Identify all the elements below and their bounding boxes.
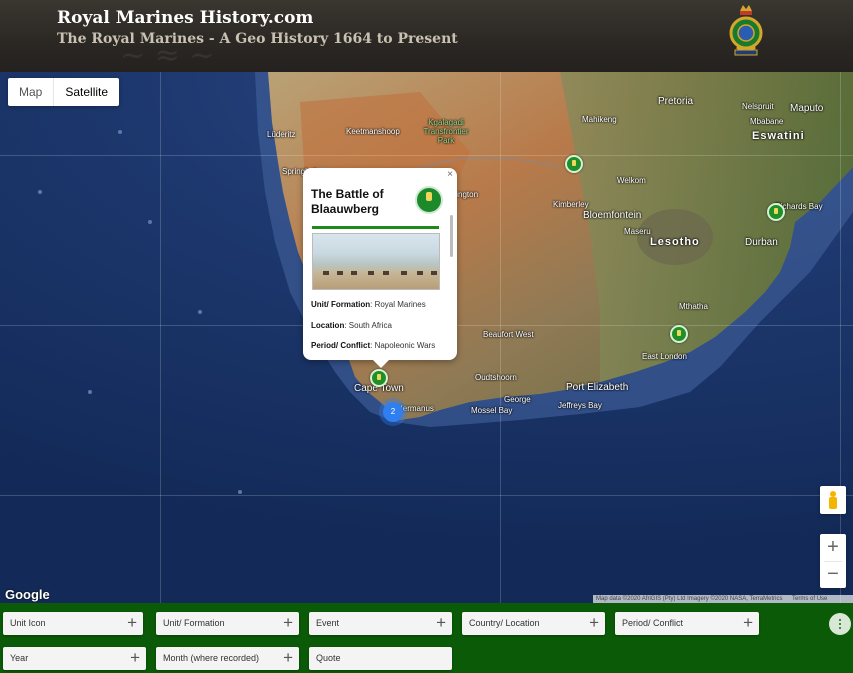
popup-period-label: Period/ Conflict (311, 341, 371, 350)
filter-unit-formation[interactable]: Unit/ Formation + (156, 612, 299, 635)
filter-unit-icon[interactable]: Unit Icon + (3, 612, 143, 635)
event-info-popup: × The Battle of Blaauwberg Unit/ Formati… (303, 168, 457, 368)
graticule-line (160, 72, 161, 603)
filter-label: Unit/ Formation (163, 618, 225, 628)
popup-divider (312, 226, 439, 229)
map-type-satellite-button[interactable]: Satellite (53, 78, 119, 106)
site-title[interactable]: Royal Marines History.com (57, 8, 313, 28)
place-label: Maseru (624, 227, 651, 236)
place-label: Eswatini (752, 130, 805, 142)
popup-unit-label: Unit/ Formation (311, 300, 371, 309)
place-label: Lüderitz (267, 130, 296, 139)
place-label: Mbabane (750, 117, 784, 126)
event-marker[interactable] (767, 203, 785, 221)
place-label: Beaufort West (483, 330, 534, 339)
popup-period-row: Period/ Conflict: Napoleonic Wars (311, 341, 436, 350)
zoom-control: + − (820, 534, 846, 588)
marker-cluster[interactable]: 2 (383, 402, 403, 422)
filter-bar: Unit Icon + Unit/ Formation + Event + Co… (0, 603, 853, 673)
place-label: Nelspruit (742, 102, 774, 111)
popup-location-label: Location (311, 321, 345, 330)
plus-icon[interactable]: + (127, 613, 137, 633)
plus-icon[interactable]: + (743, 613, 753, 633)
place-label: Mossel Bay (471, 406, 513, 415)
graticule-line (840, 72, 841, 603)
close-icon[interactable]: × (447, 169, 453, 180)
place-label: Kimberley (553, 200, 589, 209)
plus-icon[interactable]: + (130, 648, 140, 668)
site-subtitle: The Royal Marines - A Geo History 1664 t… (57, 31, 458, 47)
place-label: Keetmanshoop (346, 127, 400, 136)
place-label: Bloemfontein (583, 210, 642, 221)
more-options-kebab-icon[interactable] (829, 613, 851, 635)
popup-period-value: Napoleonic Wars (374, 341, 436, 350)
zoom-divider (824, 561, 842, 562)
site-header: ~ ≈ ~ Royal Marines History.com The Roya… (0, 0, 853, 72)
battle-painting-image (312, 233, 440, 290)
filter-month[interactable]: Month (where recorded) + (156, 647, 299, 670)
place-label: Kgalagadi Transfrontier Park (423, 118, 469, 145)
filter-label: Year (10, 653, 29, 663)
zoom-out-button[interactable]: − (820, 561, 846, 588)
street-view-pegman-icon[interactable] (820, 486, 846, 514)
unit-badge-icon (415, 186, 443, 214)
filter-label: Period/ Conflict (622, 618, 684, 628)
terms-link[interactable]: Terms of Use (792, 596, 827, 602)
filter-label: Unit Icon (10, 618, 46, 628)
filter-label: Country/ Location (469, 618, 540, 628)
filter-label: Event (316, 618, 340, 628)
graticule-line (0, 155, 853, 156)
place-label: Mahikeng (582, 115, 617, 124)
popup-location-row: Location: South Africa (311, 321, 392, 330)
plus-icon[interactable]: + (436, 613, 446, 633)
place-label: Welkom (617, 176, 646, 185)
filter-country-location[interactable]: Country/ Location + (462, 612, 605, 635)
filter-label: Quote (316, 653, 341, 663)
event-marker[interactable] (370, 369, 388, 387)
place-label: Mthatha (679, 302, 708, 311)
plus-icon[interactable]: + (283, 613, 293, 633)
zoom-in-button[interactable]: + (820, 534, 846, 561)
place-label: Port Elizabeth (566, 382, 629, 393)
place-label: Pretoria (658, 96, 694, 107)
place-label: Durban (745, 237, 778, 248)
map-attribution: Map data ©2020 AfriGIS (Pty) Ltd Imagery… (593, 595, 853, 603)
filter-quote[interactable]: Quote (309, 647, 452, 670)
graticule-line (0, 495, 853, 496)
map-canvas[interactable]: Map Satellite Pretoria Maputo Nelspruit … (0, 72, 853, 603)
filter-period-conflict[interactable]: Period/ Conflict + (615, 612, 759, 635)
place-label: George (504, 395, 531, 404)
event-marker[interactable] (670, 325, 688, 343)
event-marker[interactable] (565, 155, 583, 173)
popup-unit-value: Royal Marines (374, 300, 426, 309)
plus-icon[interactable]: + (589, 613, 599, 633)
filter-label: Month (where recorded) (163, 653, 260, 663)
place-label: Jeffreys Bay (558, 401, 602, 410)
google-logo[interactable]: Google (5, 587, 50, 602)
popup-scrollbar[interactable] (450, 215, 453, 257)
filter-year[interactable]: Year + (3, 647, 146, 670)
map-type-control: Map Satellite (8, 78, 120, 106)
place-label: East London (642, 352, 687, 361)
popup-title: The Battle of Blaauwberg (311, 187, 384, 216)
popup-unit-row: Unit/ Formation: Royal Marines (311, 300, 426, 309)
place-label: Oudtshoorn (475, 373, 517, 382)
place-label: Maputo (790, 103, 824, 114)
plus-icon[interactable]: + (283, 648, 293, 668)
filter-event[interactable]: Event + (309, 612, 452, 635)
app-root: ~ ≈ ~ Royal Marines History.com The Roya… (0, 0, 853, 673)
popup-location-value: South Africa (348, 321, 392, 330)
royal-marines-crest-icon (729, 5, 763, 56)
attribution-text: Map data ©2020 AfriGIS (Pty) Ltd Imagery… (596, 596, 783, 602)
place-label: Lesotho (650, 236, 700, 248)
map-type-map-button[interactable]: Map (8, 78, 53, 106)
